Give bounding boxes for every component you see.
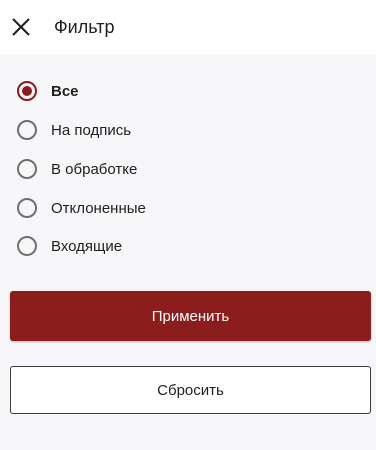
reset-button[interactable]: Сбросить	[10, 366, 371, 414]
filter-option-label: Входящие	[51, 238, 123, 255]
filter-option-all[interactable]: Все	[0, 72, 376, 110]
filter-option-in-progress[interactable]: В обработке	[0, 150, 376, 188]
filter-option-incoming[interactable]: Входящие	[0, 227, 376, 265]
filter-header: Фильтр	[0, 0, 376, 54]
radio-button[interactable]	[17, 120, 37, 140]
filter-option-label: В обработке	[51, 161, 138, 178]
radio-button-checked[interactable]	[17, 81, 37, 101]
filter-option-label: Отклоненные	[51, 200, 146, 217]
close-icon	[12, 18, 30, 36]
radio-button[interactable]	[17, 198, 37, 218]
page-title: Фильтр	[54, 17, 115, 37]
apply-button[interactable]: Применить	[10, 291, 371, 341]
filter-option-to-sign[interactable]: На подпись	[0, 111, 376, 149]
radio-button[interactable]	[17, 236, 37, 256]
radio-button[interactable]	[17, 159, 37, 179]
filter-option-rejected[interactable]: Отклоненные	[0, 189, 376, 227]
close-button[interactable]	[10, 16, 32, 38]
filter-option-label: На подпись	[51, 122, 132, 139]
filter-option-label: Все	[51, 83, 79, 100]
